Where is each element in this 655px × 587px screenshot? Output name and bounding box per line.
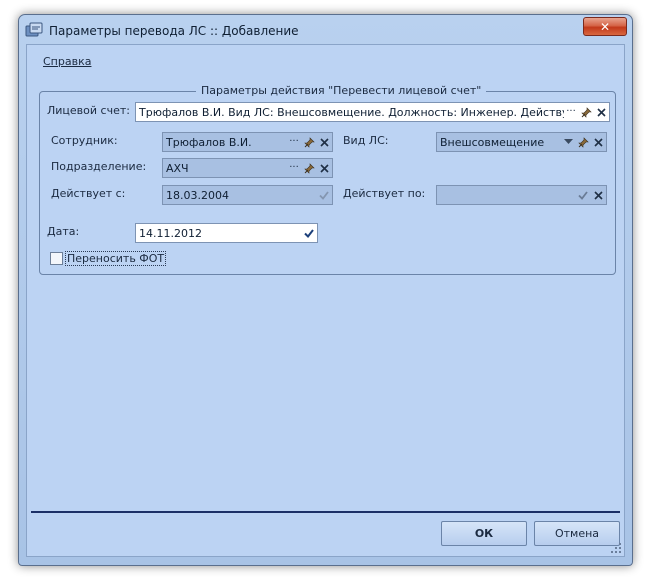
department-value: АХЧ bbox=[166, 161, 189, 175]
department-field[interactable]: АХЧ ··· bbox=[162, 158, 333, 178]
valid-from-value: 18.03.2004 bbox=[166, 188, 229, 202]
pin-icon[interactable] bbox=[576, 134, 590, 150]
employee-field[interactable]: Трюфалов В.И. ··· bbox=[162, 132, 333, 152]
window-title: Параметры перевода ЛС :: Добавление bbox=[49, 24, 299, 38]
clear-icon[interactable] bbox=[317, 134, 331, 150]
account-type-value: Внешсовмещение bbox=[440, 135, 545, 149]
app-icon bbox=[25, 22, 43, 38]
clear-icon[interactable] bbox=[591, 187, 605, 203]
clear-icon[interactable] bbox=[591, 134, 605, 150]
employee-label: Сотрудник: bbox=[51, 134, 118, 147]
employee-value: Трюфалов В.И. bbox=[166, 135, 252, 149]
cancel-button[interactable]: Отмена bbox=[534, 521, 620, 546]
ellipsis-icon[interactable]: ··· bbox=[287, 134, 301, 150]
account-label: Лицевой счет: bbox=[47, 104, 130, 117]
pin-icon[interactable] bbox=[302, 134, 316, 150]
transfer-fot-checkbox[interactable] bbox=[50, 252, 63, 265]
date-value: 14.11.2012 bbox=[139, 226, 202, 240]
date-field[interactable]: 14.11.2012 bbox=[135, 223, 318, 243]
check-icon[interactable] bbox=[576, 187, 590, 203]
title-bar[interactable]: Параметры перевода ЛС :: Добавление ✕ bbox=[19, 15, 632, 45]
pin-icon[interactable] bbox=[302, 160, 316, 176]
account-type-label: Вид ЛС: bbox=[343, 134, 389, 147]
dialog-window: Параметры перевода ЛС :: Добавление ✕ Сп… bbox=[18, 14, 633, 566]
action-parameters-group: Параметры действия "Перевести лицевой сч… bbox=[39, 84, 616, 275]
check-icon[interactable] bbox=[302, 225, 316, 241]
resize-grip-icon[interactable] bbox=[610, 542, 622, 554]
valid-to-label: Действует по: bbox=[343, 187, 426, 200]
transfer-fot-label[interactable]: Переносить ФОТ bbox=[65, 251, 167, 266]
check-icon[interactable] bbox=[317, 187, 331, 203]
clear-icon[interactable] bbox=[594, 104, 608, 120]
account-field[interactable]: Трюфалов В.И. Вид ЛС: Внешсовмещение. До… bbox=[135, 102, 610, 122]
close-button[interactable]: ✕ bbox=[583, 17, 627, 36]
chevron-down-icon[interactable] bbox=[561, 134, 575, 150]
clear-icon[interactable] bbox=[317, 160, 331, 176]
ellipsis-icon[interactable]: ··· bbox=[287, 160, 301, 176]
dialog-body: Справка Параметры действия "Перевести ли… bbox=[26, 44, 625, 557]
valid-from-field[interactable]: 18.03.2004 bbox=[162, 185, 333, 205]
account-value: Трюфалов В.И. Вид ЛС: Внешсовмещение. До… bbox=[139, 105, 564, 119]
valid-from-label: Действует с: bbox=[51, 187, 126, 200]
footer-separator bbox=[31, 511, 620, 513]
ellipsis-icon[interactable]: ··· bbox=[564, 104, 578, 120]
department-label: Подразделение: bbox=[51, 160, 147, 173]
menu-help[interactable]: Справка bbox=[43, 55, 91, 68]
pin-icon[interactable] bbox=[579, 104, 593, 120]
close-icon: ✕ bbox=[599, 19, 611, 34]
ok-button[interactable]: ОК bbox=[441, 521, 527, 546]
account-type-field[interactable]: Внешсовмещение bbox=[436, 132, 607, 152]
valid-to-field[interactable] bbox=[436, 185, 607, 205]
date-label: Дата: bbox=[47, 225, 80, 238]
group-title: Параметры действия "Перевести лицевой сч… bbox=[196, 84, 487, 97]
